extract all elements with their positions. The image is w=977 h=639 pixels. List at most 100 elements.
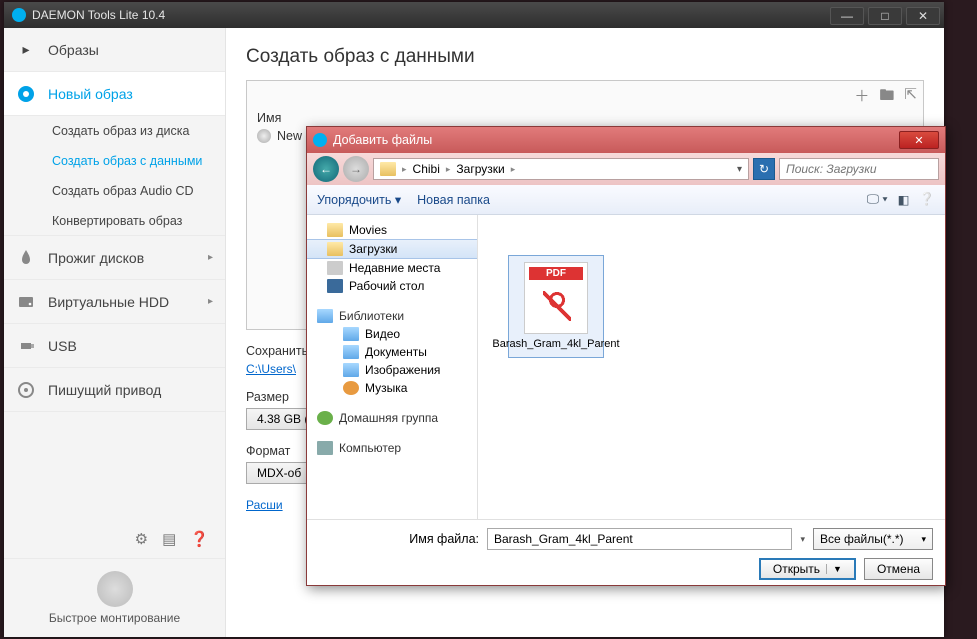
open-button[interactable]: Открыть▼	[759, 558, 856, 580]
tree-item-recent[interactable]: Недавние места	[307, 259, 477, 277]
dialog-close-button[interactable]: ✕	[899, 131, 939, 149]
folder-icon	[327, 223, 343, 237]
dialog-toolbar: Упорядочить ▾ Новая папка 🖵 ▾ ◧ ❔	[307, 185, 945, 215]
sidebar-item-label: USB	[48, 338, 77, 354]
tree-label: Видео	[365, 327, 400, 341]
sidebar-item-label: Новый образ	[48, 86, 133, 102]
titlebar[interactable]: DAEMON Tools Lite 10.4 — □ ✕	[4, 2, 944, 28]
help-icon[interactable]: ❓	[190, 530, 209, 548]
minimize-button[interactable]: —	[830, 7, 864, 25]
sidebar-item-label: Образы	[48, 42, 99, 58]
library-icon	[343, 345, 359, 359]
tree-label: Библиотеки	[339, 309, 404, 323]
file-filter-combo[interactable]: Все файлы(*.*)▾	[813, 528, 933, 550]
dialog-logo-icon	[313, 133, 327, 147]
add-files-dialog: Добавить файлы ✕ ← → ▸ Chibi ▸ Загрузки …	[306, 126, 946, 586]
tree-libraries[interactable]: Библиотеки	[307, 307, 477, 325]
file-item[interactable]: Barash_Gram_4kl_Parent	[508, 255, 604, 358]
sidebar-item-usb[interactable]: USB	[4, 324, 225, 368]
tree-label: Музыка	[365, 381, 407, 395]
dialog-help-icon[interactable]: ❔	[919, 192, 935, 207]
tree-item-music[interactable]: Музыка	[307, 379, 477, 397]
page-title: Создать образ с данными	[246, 46, 924, 68]
import-icon[interactable]: ⇱	[904, 85, 917, 110]
search-input[interactable]	[779, 158, 939, 180]
dialog-footer: Имя файла: ▾ Все файлы(*.*)▾ Открыть▼ От…	[307, 519, 945, 585]
refresh-button[interactable]: ↻	[753, 158, 775, 180]
sidebar-item-label: Виртуальные HDD	[48, 294, 169, 310]
hdd-icon	[16, 292, 36, 312]
sidebar-sub-data-image[interactable]: Создать образ с данными	[4, 146, 225, 176]
dialog-title: Добавить файлы	[333, 133, 432, 147]
tree-item-desktop[interactable]: Рабочий стол	[307, 277, 477, 295]
sidebar-sub-from-disc[interactable]: Создать образ из диска	[4, 116, 225, 146]
add-folder-icon[interactable]: 🖿	[879, 85, 894, 110]
news-icon[interactable]: ▤	[162, 530, 176, 548]
sidebar-item-new-image[interactable]: Новый образ	[4, 72, 225, 116]
file-name-input[interactable]	[487, 528, 792, 550]
crumb-dropdown-icon[interactable]: ▾	[737, 164, 742, 175]
save-path[interactable]: C:\Users\	[246, 362, 296, 376]
sidebar-sub-audio-cd[interactable]: Создать образ Audio CD	[4, 176, 225, 206]
maximize-button[interactable]: □	[868, 7, 902, 25]
sidebar-item-label: Создать образ с данными	[52, 154, 202, 168]
mount-label: Быстрое монтирование	[49, 611, 180, 625]
tree-label: Домашняя группа	[339, 411, 438, 425]
file-name-label: Имя файла:	[319, 532, 479, 546]
sidebar-item-writer[interactable]: Пишущий привод	[4, 368, 225, 412]
sidebar-item-label: Создать образ из диска	[52, 124, 189, 138]
sidebar-item-label: Прожиг дисков	[48, 250, 144, 266]
tree-item-pictures[interactable]: Изображения	[307, 361, 477, 379]
crumb-item[interactable]: Chibi	[413, 162, 440, 176]
tree-item-downloads[interactable]: Загрузки	[307, 239, 477, 259]
gear-icon[interactable]: ⚙	[135, 530, 148, 548]
chevron-right-icon: ▸	[16, 40, 36, 60]
tree-item-video[interactable]: Видео	[307, 325, 477, 343]
sidebar-bottom-tools: ⚙ ▤ ❓	[4, 520, 225, 558]
library-icon	[317, 309, 333, 323]
tree-label: Загрузки	[349, 242, 397, 256]
cancel-button[interactable]: Отмена	[864, 558, 933, 580]
file-name: Barash_Gram_4kl_Parent	[492, 338, 619, 351]
view-mode-button[interactable]: 🖵 ▾	[867, 192, 888, 207]
sidebar-item-burn[interactable]: Прожиг дисков ▸	[4, 236, 225, 280]
advanced-link[interactable]: Расши	[246, 498, 283, 512]
disc-icon	[16, 84, 36, 104]
cd-icon	[257, 129, 271, 143]
tree-item-movies[interactable]: Movies	[307, 221, 477, 239]
tree-label: Рабочий стол	[349, 279, 424, 293]
organize-menu[interactable]: Упорядочить ▾	[317, 192, 401, 207]
usb-icon	[16, 336, 36, 356]
breadcrumb[interactable]: ▸ Chibi ▸ Загрузки ▸ ▾	[373, 158, 749, 180]
file-pane[interactable]: Barash_Gram_4kl_Parent	[477, 215, 945, 519]
sidebar-item-images[interactable]: ▸ Образы	[4, 28, 225, 72]
dialog-titlebar[interactable]: Добавить файлы ✕	[307, 127, 945, 153]
chevron-right-icon: ▸	[208, 296, 213, 307]
sidebar-item-vhdd[interactable]: Виртуальные HDD ▸	[4, 280, 225, 324]
dialog-navbar: ← → ▸ Chibi ▸ Загрузки ▸ ▾ ↻	[307, 153, 945, 185]
nav-back-button[interactable]: ←	[313, 156, 339, 182]
folder-icon	[380, 162, 396, 176]
tree-label: Документы	[365, 345, 427, 359]
tree-homegroup[interactable]: Домашняя группа	[307, 409, 477, 427]
folder-tree[interactable]: Movies Загрузки Недавние места Рабочий с…	[307, 215, 477, 519]
preview-pane-button[interactable]: ◧	[898, 192, 910, 207]
tree-item-documents[interactable]: Документы	[307, 343, 477, 361]
crumb-item[interactable]: Загрузки	[456, 162, 504, 176]
new-image-row[interactable]: New	[257, 129, 302, 143]
tree-label: Компьютер	[339, 441, 401, 455]
new-image-label: New	[277, 129, 302, 143]
add-file-icon[interactable]: ＋	[854, 85, 869, 110]
nav-forward-button[interactable]: →	[343, 156, 369, 182]
close-button[interactable]: ✕	[906, 7, 940, 25]
tree-label: Изображения	[365, 363, 440, 377]
music-icon	[343, 381, 359, 395]
sidebar-sub-convert[interactable]: Конвертировать образ	[4, 206, 225, 236]
filename-dropdown-icon[interactable]: ▾	[800, 534, 805, 545]
quick-mount[interactable]: Быстрое монтирование	[4, 558, 225, 637]
app-title: DAEMON Tools Lite 10.4	[32, 8, 165, 22]
drive-icon	[16, 380, 36, 400]
library-icon	[343, 327, 359, 341]
new-folder-button[interactable]: Новая папка	[417, 193, 490, 207]
tree-computer[interactable]: Компьютер	[307, 439, 477, 457]
